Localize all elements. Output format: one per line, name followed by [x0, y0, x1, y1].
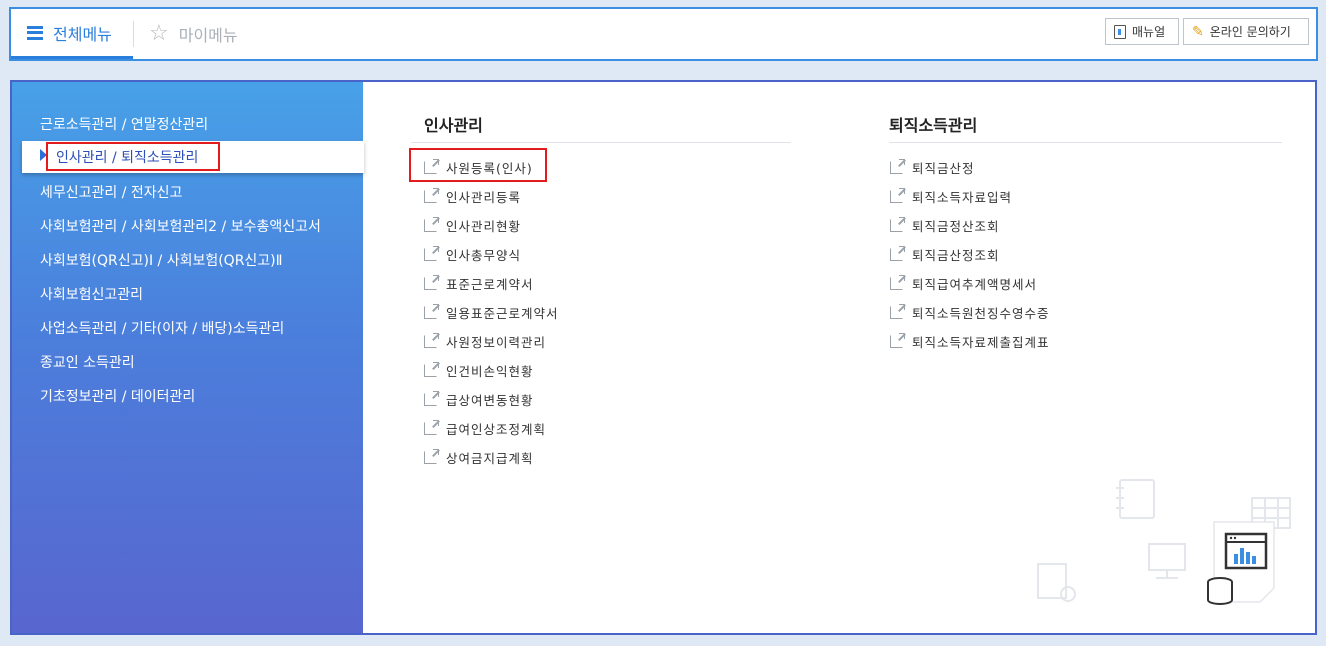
- tab-my-menu[interactable]: ☆ 마이메뉴: [149, 9, 238, 59]
- link-label: 인사관리등록: [446, 190, 522, 205]
- external-link-icon: [890, 275, 905, 290]
- external-link-icon: [424, 420, 439, 435]
- manual-button[interactable]: 매뉴얼: [1105, 18, 1179, 45]
- external-link-icon: [890, 304, 905, 319]
- link-retirement-calc-query[interactable]: 퇴직금산정조회: [890, 245, 1000, 264]
- link-bonus-plan[interactable]: 상여금지급계획: [424, 448, 534, 467]
- link-label: 인건비손익현황: [446, 364, 534, 379]
- external-link-icon: [890, 159, 905, 174]
- external-link-icon: [424, 333, 439, 348]
- sidebar-item-business-income[interactable]: 사업소득관리 / 기타(이자 / 배당)소득관리: [40, 318, 284, 338]
- sidebar-item-hr-retirement-label: 인사관리 / 퇴직소득관리: [46, 142, 220, 171]
- sidebar-item-hr-retirement[interactable]: 인사관리 / 퇴직소득관리: [22, 141, 364, 173]
- link-label: 퇴직소득자료제출집계표: [912, 335, 1050, 350]
- link-label: 퇴직소득원천징수영수증: [912, 306, 1050, 321]
- external-link-icon: [890, 246, 905, 261]
- sidebar-item-social-insurance[interactable]: 사회보험관리 / 사회보험관리2 / 보수총액신고서: [40, 216, 321, 236]
- link-label: 사원정보이력관리: [446, 335, 547, 350]
- external-link-icon: [424, 449, 439, 464]
- link-retirement-estimate[interactable]: 퇴직급여추계액명세서: [890, 274, 1037, 293]
- link-labor-cost[interactable]: 인건비손익현황: [424, 361, 534, 380]
- link-daily-contract[interactable]: 일용표준근로계약서: [424, 303, 559, 322]
- external-link-icon: [424, 217, 439, 232]
- hamburger-icon: [27, 25, 43, 40]
- link-standard-contract[interactable]: 표준근로계약서: [424, 274, 534, 293]
- external-link-icon: [890, 188, 905, 203]
- section-divider-retirement: [889, 142, 1282, 143]
- external-link-icon: [424, 159, 439, 174]
- link-label: 퇴직금산정: [912, 161, 975, 176]
- link-label: 퇴직금산정조회: [912, 248, 1000, 263]
- sidebar-item-social-insurance-report[interactable]: 사회보험신고관리: [40, 284, 143, 304]
- external-link-icon: [424, 188, 439, 203]
- link-label: 급상여변동현황: [446, 393, 534, 408]
- tab-divider: [133, 21, 134, 47]
- sidebar-item-religious-income[interactable]: 종교인 소득관리: [40, 352, 135, 372]
- link-label: 퇴직소득자료입력: [912, 190, 1013, 205]
- link-pay-change[interactable]: 급상여변동현황: [424, 390, 534, 409]
- link-label: 퇴직금정산조회: [912, 219, 1000, 234]
- top-navigation-bar: 전체메뉴 ☆ 마이메뉴 매뉴얼 ✎ 온라인 문의하기: [9, 7, 1318, 61]
- link-label: 상여금지급계획: [446, 451, 534, 466]
- link-retirement-settlement[interactable]: 퇴직금정산조회: [890, 216, 1000, 235]
- star-icon: ☆: [149, 21, 169, 46]
- link-label: 표준근로계약서: [446, 277, 534, 292]
- link-hr-forms[interactable]: 인사총무양식: [424, 245, 521, 264]
- tab-all-menu-label: 전체메뉴: [53, 24, 112, 44]
- external-link-icon: [424, 362, 439, 377]
- online-inquiry-button[interactable]: ✎ 온라인 문의하기: [1183, 18, 1309, 45]
- section-divider-hr: [411, 142, 791, 143]
- tab-all-menu[interactable]: 전체메뉴: [11, 9, 133, 59]
- external-link-icon: [424, 275, 439, 290]
- book-icon: [1114, 24, 1126, 39]
- online-inquiry-button-label: 온라인 문의하기: [1209, 25, 1291, 39]
- manual-button-label: 매뉴얼: [1132, 25, 1166, 39]
- external-link-icon: [424, 391, 439, 406]
- external-link-icon: [890, 333, 905, 348]
- section-title-retirement: 퇴직소득관리: [889, 116, 978, 135]
- link-raise-plan[interactable]: 급여인상조정계획: [424, 419, 546, 438]
- sidebar-item-income-yearend[interactable]: 근로소득관리 / 연말정산관리: [40, 114, 208, 134]
- link-label: 퇴직급여추계액명세서: [912, 277, 1038, 292]
- link-label: 인사총무양식: [446, 248, 522, 263]
- external-link-icon: [424, 246, 439, 261]
- link-label: 일용표준근로계약서: [446, 306, 559, 321]
- link-retirement-data-entry[interactable]: 퇴직소득자료입력: [890, 187, 1012, 206]
- menu-panel: 근로소득관리 / 연말정산관리 인사관리 / 퇴직소득관리 세무신고관리 / 전…: [10, 80, 1317, 635]
- category-sidebar: 근로소득관리 / 연말정산관리 인사관리 / 퇴직소득관리 세무신고관리 / 전…: [12, 82, 364, 633]
- sidebar-item-basic-data[interactable]: 기초정보관리 / 데이터관리: [40, 386, 195, 406]
- link-submission-summary[interactable]: 퇴직소득자료제출집계표: [890, 332, 1050, 351]
- decorative-illustration: [1037, 479, 1291, 605]
- link-hr-registration[interactable]: 인사관리등록: [424, 187, 521, 206]
- section-title-hr: 인사관리: [424, 116, 483, 135]
- link-employee-history[interactable]: 사원정보이력관리: [424, 332, 546, 351]
- external-link-icon: [424, 304, 439, 319]
- sidebar-item-social-insurance-qr[interactable]: 사회보험(QR신고)Ⅰ / 사회보험(QR신고)Ⅱ: [40, 250, 283, 270]
- link-label: 인사관리현황: [446, 219, 522, 234]
- link-retirement-calc[interactable]: 퇴직금산정: [890, 158, 975, 177]
- link-hr-status[interactable]: 인사관리현황: [424, 216, 521, 235]
- external-link-icon: [890, 217, 905, 232]
- link-employee-registration[interactable]: 사원등록(인사): [424, 158, 533, 177]
- link-label: 급여인상조정계획: [446, 422, 547, 437]
- link-withholding-receipt[interactable]: 퇴직소득원천징수영수증: [890, 303, 1050, 322]
- pencil-icon: ✎: [1192, 23, 1204, 40]
- link-label: 사원등록(인사): [446, 161, 533, 176]
- sidebar-item-tax-filing[interactable]: 세무신고관리 / 전자신고: [40, 182, 182, 202]
- tab-my-menu-label: 마이메뉴: [178, 26, 238, 45]
